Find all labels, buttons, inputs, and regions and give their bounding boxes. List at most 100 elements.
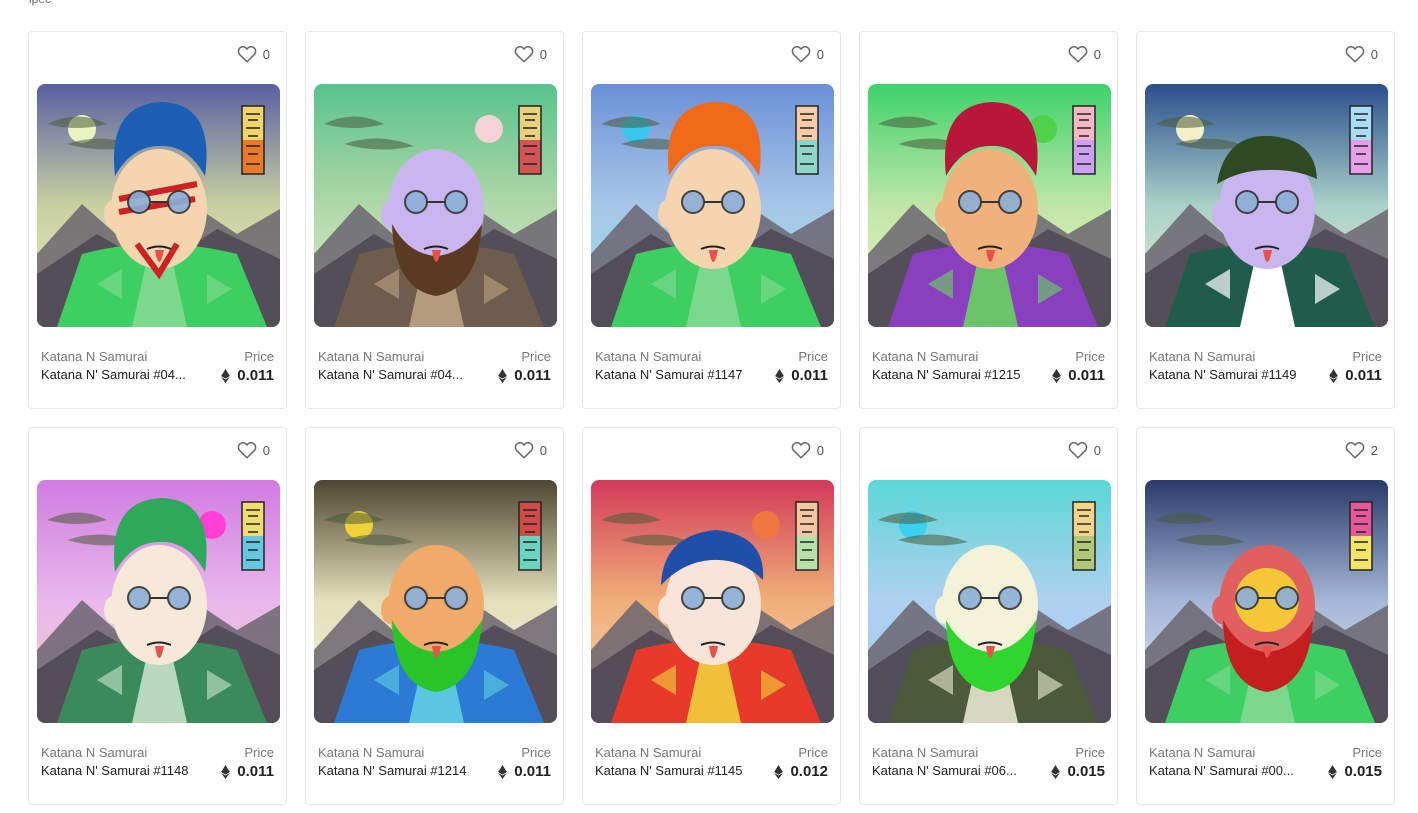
like-count: 0 [1093, 442, 1101, 458]
heart-outline-icon [1345, 442, 1365, 459]
collection-name[interactable]: Katana N Samurai [595, 349, 701, 364]
like-button[interactable]: 2 [1345, 441, 1378, 459]
like-button[interactable]: 0 [514, 45, 547, 63]
nft-card[interactable]: 2 Katana N Samurai Katana N' Samurai #00… [1136, 427, 1395, 805]
nft-image[interactable] [591, 84, 834, 327]
nft-card[interactable]: 0 Katana N Samurai Katana N' Samurai #11… [582, 427, 841, 805]
price-label: Price [1352, 349, 1382, 364]
like-button[interactable]: 0 [791, 45, 824, 63]
price-value: 0.015 [1328, 763, 1382, 780]
collection-name[interactable]: Katana N Samurai [595, 745, 701, 760]
nft-card[interactable]: 0 Katana N Samurai Katana N' Samurai #11… [1136, 31, 1395, 409]
like-count: 0 [816, 46, 824, 62]
like-count: 0 [1370, 46, 1378, 62]
price-value: 0.011 [498, 367, 551, 384]
price-amount: 0.011 [514, 367, 551, 384]
nft-card[interactable]: 0 Katana N Samurai Katana N' Samurai #12… [859, 31, 1118, 409]
like-button[interactable]: 0 [791, 441, 824, 459]
like-count: 0 [539, 442, 547, 458]
ethereum-icon [498, 764, 508, 779]
price-value: 0.011 [1329, 367, 1382, 384]
like-button[interactable]: 0 [237, 441, 270, 459]
nft-name[interactable]: Katana N' Samurai #1149 [1149, 367, 1307, 382]
price-amount: 0.011 [237, 367, 274, 384]
collection-name[interactable]: Katana N Samurai [872, 349, 978, 364]
nft-card[interactable]: 0 Katana N Samurai Katana N' Samurai #11… [582, 31, 841, 409]
collection-name[interactable]: Katana N Samurai [1149, 349, 1255, 364]
nft-image[interactable] [1145, 84, 1388, 327]
like-count: 0 [539, 46, 547, 62]
price-amount: 0.012 [790, 763, 828, 780]
like-count: 0 [1093, 46, 1101, 62]
like-button[interactable]: 0 [1068, 45, 1101, 63]
nft-image[interactable] [868, 480, 1111, 723]
price-value: 0.011 [221, 367, 274, 384]
ethereum-icon [1051, 764, 1061, 779]
price-label: Price [1075, 745, 1105, 760]
ethereum-icon [1328, 764, 1338, 779]
collection-name[interactable]: Katana N Samurai [41, 745, 147, 760]
like-button[interactable]: 0 [1068, 441, 1101, 459]
ethereum-icon [498, 368, 508, 383]
price-amount: 0.011 [791, 367, 828, 384]
price-label: Price [521, 745, 551, 760]
like-button[interactable]: 0 [237, 45, 270, 63]
nft-card[interactable]: 0 Katana N Samurai Katana N' Samurai #04… [305, 31, 564, 409]
collection-name[interactable]: Katana N Samurai [318, 349, 424, 364]
heart-outline-icon [237, 46, 257, 63]
nft-name[interactable]: Katana N' Samurai #1145 [595, 763, 753, 778]
like-count: 0 [816, 442, 824, 458]
price-label: Price [244, 349, 274, 364]
price-label: Price [798, 349, 828, 364]
collection-name[interactable]: Katana N Samurai [872, 745, 978, 760]
nft-card[interactable]: 0 Katana N Samurai Katana N' Samurai #06… [859, 427, 1118, 805]
nft-card[interactable]: 0 Katana N Samurai Katana N' Samurai #12… [305, 427, 564, 805]
heart-outline-icon [791, 46, 811, 63]
ethereum-icon [774, 764, 784, 779]
heart-outline-icon [1345, 46, 1365, 63]
nft-name[interactable]: Katana N' Samurai #1215 [872, 367, 1030, 382]
like-count: 0 [262, 442, 270, 458]
collection-name[interactable]: Katana N Samurai [318, 745, 424, 760]
price-value: 0.015 [1051, 763, 1105, 780]
nft-image[interactable] [314, 84, 557, 327]
nft-card[interactable]: 0 Katana N Samurai Katana N' Samurai #11… [28, 427, 287, 805]
nft-name[interactable]: Katana N' Samurai #06... [872, 763, 1030, 778]
price-amount: 0.015 [1344, 763, 1382, 780]
heart-outline-icon [791, 442, 811, 459]
nft-image[interactable] [868, 84, 1111, 327]
like-button[interactable]: 0 [1345, 45, 1378, 63]
ethereum-icon [221, 368, 231, 383]
heart-outline-icon [514, 442, 534, 459]
ethereum-icon [775, 368, 785, 383]
ethereum-icon [221, 764, 231, 779]
price-amount: 0.011 [237, 763, 274, 780]
price-amount: 0.015 [1067, 763, 1105, 780]
nft-name[interactable]: Katana N' Samurai #00... [1149, 763, 1307, 778]
nft-image[interactable] [37, 84, 280, 327]
price-amount: 0.011 [514, 763, 551, 780]
nft-image[interactable] [1145, 480, 1388, 723]
collection-name[interactable]: Katana N Samurai [41, 349, 147, 364]
price-value: 0.011 [221, 763, 274, 780]
nft-name[interactable]: Katana N' Samurai #1147 [595, 367, 753, 382]
nft-image[interactable] [314, 480, 557, 723]
page-header-fragment: ipec [29, 0, 51, 6]
collection-name[interactable]: Katana N Samurai [1149, 745, 1255, 760]
price-value: 0.011 [498, 763, 551, 780]
nft-name[interactable]: Katana N' Samurai #04... [41, 367, 199, 382]
nft-name[interactable]: Katana N' Samurai #1148 [41, 763, 199, 778]
price-amount: 0.011 [1068, 367, 1105, 384]
price-label: Price [1352, 745, 1382, 760]
nft-image[interactable] [37, 480, 280, 723]
heart-outline-icon [514, 46, 534, 63]
price-value: 0.012 [774, 763, 828, 780]
nft-name[interactable]: Katana N' Samurai #1214 [318, 763, 476, 778]
price-label: Price [798, 745, 828, 760]
nft-name[interactable]: Katana N' Samurai #04... [318, 367, 476, 382]
nft-card[interactable]: 0 Katana N Samurai Katana N' Samurai #04… [28, 31, 287, 409]
nft-image[interactable] [591, 480, 834, 723]
price-value: 0.011 [1052, 367, 1105, 384]
like-button[interactable]: 0 [514, 441, 547, 459]
price-value: 0.011 [775, 367, 828, 384]
